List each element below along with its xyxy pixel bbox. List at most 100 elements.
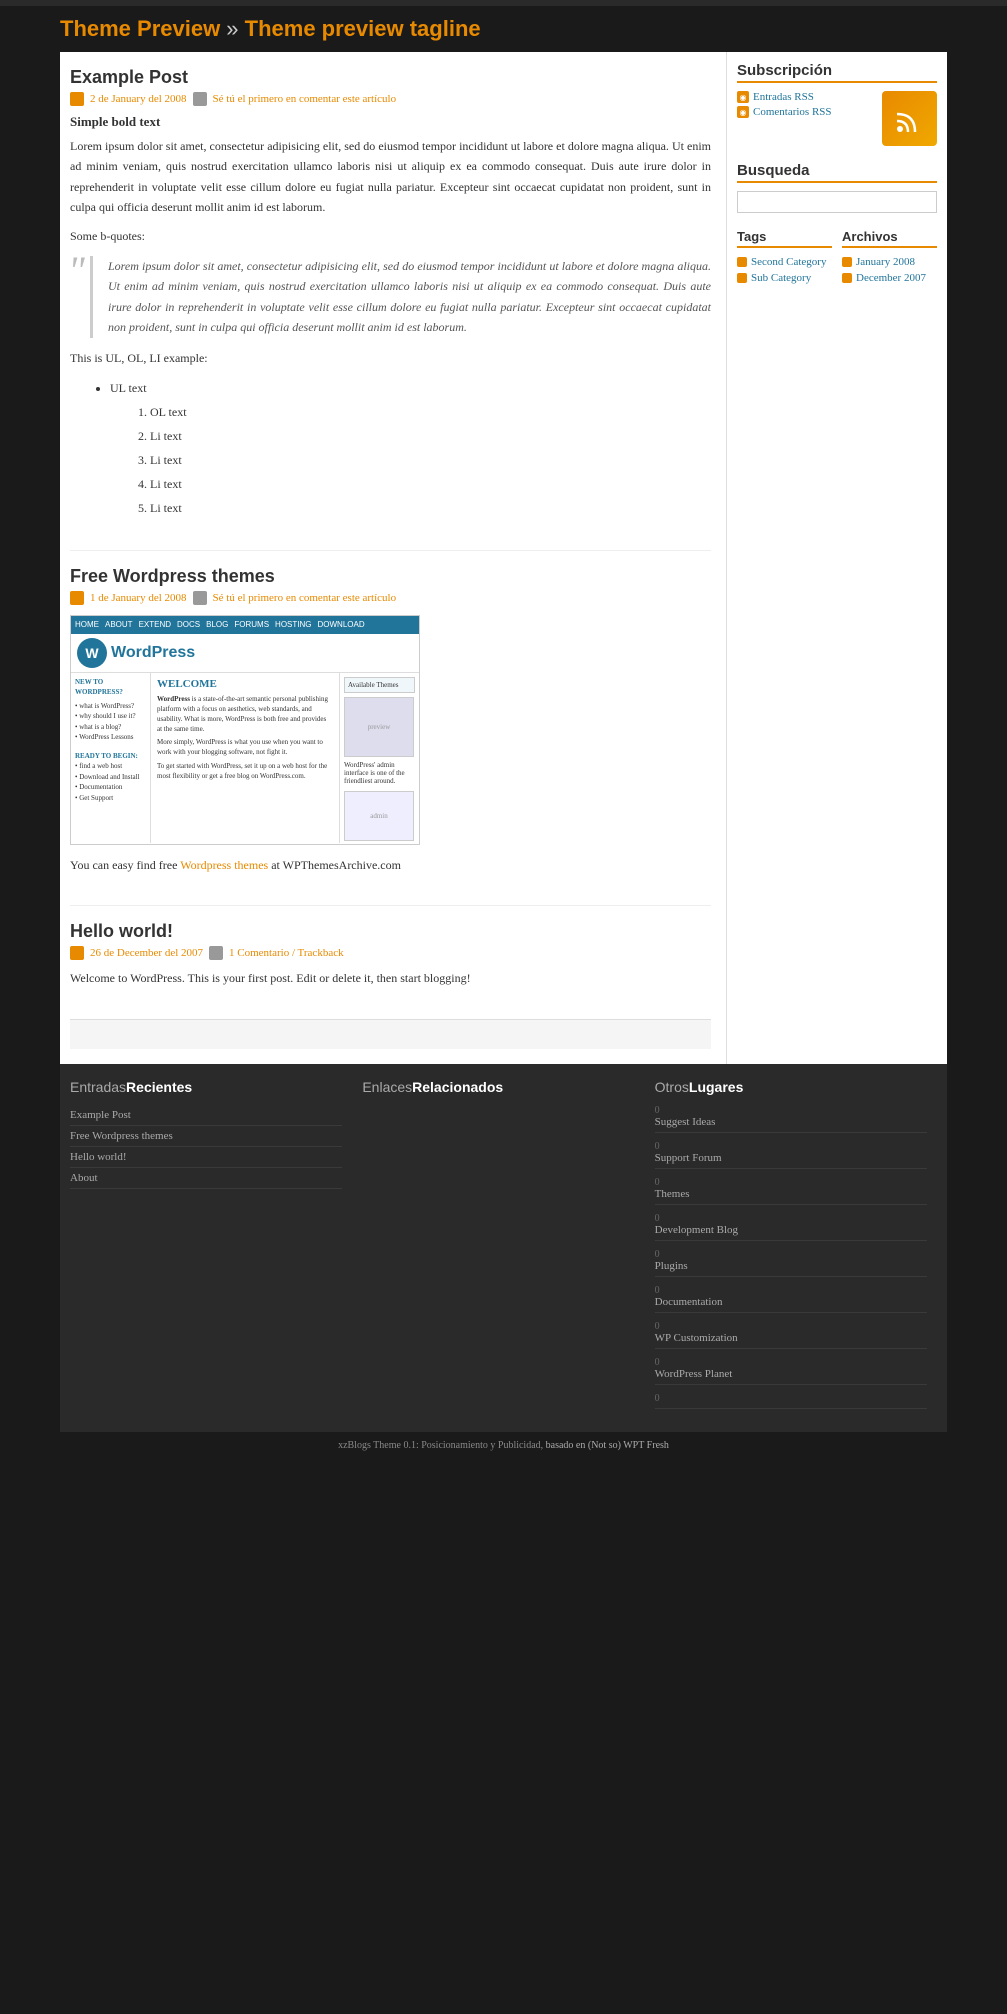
rss-comments-icon: ◉ [737, 106, 749, 118]
wpcustom-link[interactable]: WP Customization [655, 1332, 927, 1349]
last-link[interactable] [655, 1404, 927, 1409]
wp-nav-hosting: HOSTING [275, 620, 311, 629]
bottom-link[interactable]: basado en [546, 1440, 586, 1451]
footer-recent-col: EntradasRecientes Example Post Free Word… [70, 1079, 352, 1417]
footer-recent-title: EntradasRecientes [70, 1079, 342, 1095]
wp-nav-home: HOME [75, 620, 99, 629]
footer-link-example[interactable]: Example Post [70, 1105, 342, 1126]
archive-link-2[interactable]: December 2007 [856, 272, 926, 284]
comment-icon-example [193, 92, 207, 106]
wp-admin-screenshot: admin [344, 791, 415, 841]
li-item-2: Li text [150, 448, 711, 472]
footer-other-last: 0 [655, 1393, 927, 1409]
post-meta-example: 2 de January del 2008 Sé tú el primero e… [70, 92, 711, 106]
footer-link-about[interactable]: About [70, 1168, 342, 1189]
wp-content-area: NEW TO WORDPRESS? • what is WordPress? •… [71, 673, 419, 843]
ol-item: OL text [150, 400, 711, 424]
calendar-icon-hello [70, 946, 84, 960]
tag-item-1: Second Category [737, 256, 832, 268]
wpplanet-count: 0 [655, 1357, 927, 1368]
footer: EntradasRecientes Example Post Free Word… [60, 1064, 947, 1432]
rss-comments-link[interactable]: Comentarios RSS [753, 106, 832, 118]
tags-archives: Tags Second Category Sub Category Archiv… [737, 229, 937, 288]
footer-recent-title-regular: Entradas [70, 1079, 126, 1095]
pagination-bar [70, 1019, 711, 1049]
subscription-wrapper: ◉ Entradas RSS ◉ Comentarios RSS [737, 91, 937, 146]
footer-other-themes: 0 Themes [655, 1177, 927, 1205]
themes-link[interactable]: Themes [655, 1188, 927, 1205]
wp-nav-blog: BLOG [206, 620, 228, 629]
wp-setup-text: To get started with WordPress, set it up… [157, 762, 333, 782]
footer-recent-title-bold: Recientes [126, 1079, 192, 1095]
footer-other-wpcustom: 0 WP Customization [655, 1321, 927, 1349]
wp-theme-image: preview [344, 697, 415, 757]
wp-right-sidebar: Available Themes preview WordPress' admi… [339, 673, 419, 843]
tag-link-2[interactable]: Sub Category [751, 272, 811, 284]
post-comment-link-hello[interactable]: 1 Comentario / Trackback [229, 947, 344, 959]
wp-admin-text: WordPress' admin interface is one of the… [344, 761, 415, 785]
rss-comments-item: ◉ Comentarios RSS [737, 106, 876, 118]
post-date-example[interactable]: 2 de January del 2008 [90, 93, 187, 105]
wp-logo-circle: W [77, 638, 107, 668]
post-date-hello[interactable]: 26 de December del 2007 [90, 947, 203, 959]
wp-logo-area: W WordPress [71, 634, 419, 673]
comment-icon-wp [193, 591, 207, 605]
rss-entries-icon: ◉ [737, 91, 749, 103]
search-input[interactable] [737, 191, 937, 213]
footer-other-plugins: 0 Plugins [655, 1249, 927, 1277]
themes-count: 0 [655, 1177, 927, 1188]
footer-links-title-regular: Enlaces [362, 1079, 412, 1095]
wp-nav-forums: FORUMS [234, 620, 269, 629]
wp-logo-text: WordPress [111, 644, 195, 662]
suggest-link[interactable]: Suggest Ideas [655, 1116, 927, 1133]
footer-links-title: EnlacesRelacionados [362, 1079, 634, 1095]
devblog-count: 0 [655, 1213, 927, 1224]
wpcustom-count: 0 [655, 1321, 927, 1332]
wp-nav-about: ABOUT [105, 620, 133, 629]
hello-body-text: Welcome to WordPress. This is your first… [70, 968, 711, 988]
archive-item-1: January 2008 [842, 256, 937, 268]
post-date-wp[interactable]: 1 de January del 2008 [90, 592, 187, 604]
wp-themes-link[interactable]: Wordpress themes [180, 858, 268, 872]
suggest-count: 0 [655, 1105, 927, 1116]
footer-link-hello[interactable]: Hello world! [70, 1147, 342, 1168]
post-meta-wp: 1 de January del 2008 Sé tú el primero e… [70, 591, 711, 605]
devblog-link[interactable]: Development Blog [655, 1224, 927, 1241]
footer-links-col: EnlacesRelacionados [352, 1079, 644, 1417]
list-example: UL text OL text Li text Li text Li text … [90, 376, 711, 520]
wp-nav-download: DOWNLOAD [318, 620, 365, 629]
plugins-link[interactable]: Plugins [655, 1260, 927, 1277]
sidebar-search: Busqueda [737, 162, 937, 213]
post-comment-link-example[interactable]: Sé tú el primero en comentar este artícu… [213, 93, 397, 105]
tag-item-2: Sub Category [737, 272, 832, 284]
tags-title: Tags [737, 229, 832, 248]
archives-column: Archivos January 2008 December 2007 [842, 229, 937, 288]
rss-entries-link[interactable]: Entradas RSS [753, 91, 814, 103]
post-body-hello: Welcome to WordPress. This is your first… [70, 968, 711, 988]
archive-item-2: December 2007 [842, 272, 937, 284]
post-title-hello: Hello world! [70, 921, 711, 942]
archive-link-1[interactable]: January 2008 [856, 256, 915, 268]
support-link[interactable]: Support Forum [655, 1152, 927, 1169]
tag-dot-1 [737, 257, 747, 267]
rss-feed-image [882, 91, 937, 146]
wp-main-col: WELCOME WordPress is a state-of-the-art … [151, 673, 339, 843]
footer-link-wp-themes[interactable]: Free Wordpress themes [70, 1126, 342, 1147]
calendar-icon-wp [70, 591, 84, 605]
rss-svg-icon [895, 104, 925, 134]
archive-dot-2 [842, 273, 852, 283]
site-header: Theme Preview » Theme preview tagline [0, 6, 1007, 52]
bottom-text: xzBlogs Theme 0.1: Posicionamiento y Pub… [338, 1440, 543, 1451]
footer-other-devblog: 0 Development Blog [655, 1213, 927, 1241]
tag-link-1[interactable]: Second Category [751, 256, 826, 268]
site-tagline-header: Theme preview tagline [245, 16, 481, 41]
bottom-link2[interactable]: (Not so) WPT Fresh [588, 1440, 669, 1451]
wp-sidebar-box-1: Available Themes [344, 677, 415, 693]
wpplanet-link[interactable]: WordPress Planet [655, 1368, 927, 1385]
wp-body-text: WordPress is a state-of-the-art semantic… [157, 695, 333, 734]
bottom-bar: xzBlogs Theme 0.1: Posicionamiento y Pub… [60, 1432, 947, 1459]
docs-link[interactable]: Documentation [655, 1296, 927, 1313]
li-item-1: Li text [150, 424, 711, 448]
rss-entries-item: ◉ Entradas RSS [737, 91, 876, 103]
post-comment-link-wp[interactable]: Sé tú el primero en comentar este artícu… [213, 592, 397, 604]
